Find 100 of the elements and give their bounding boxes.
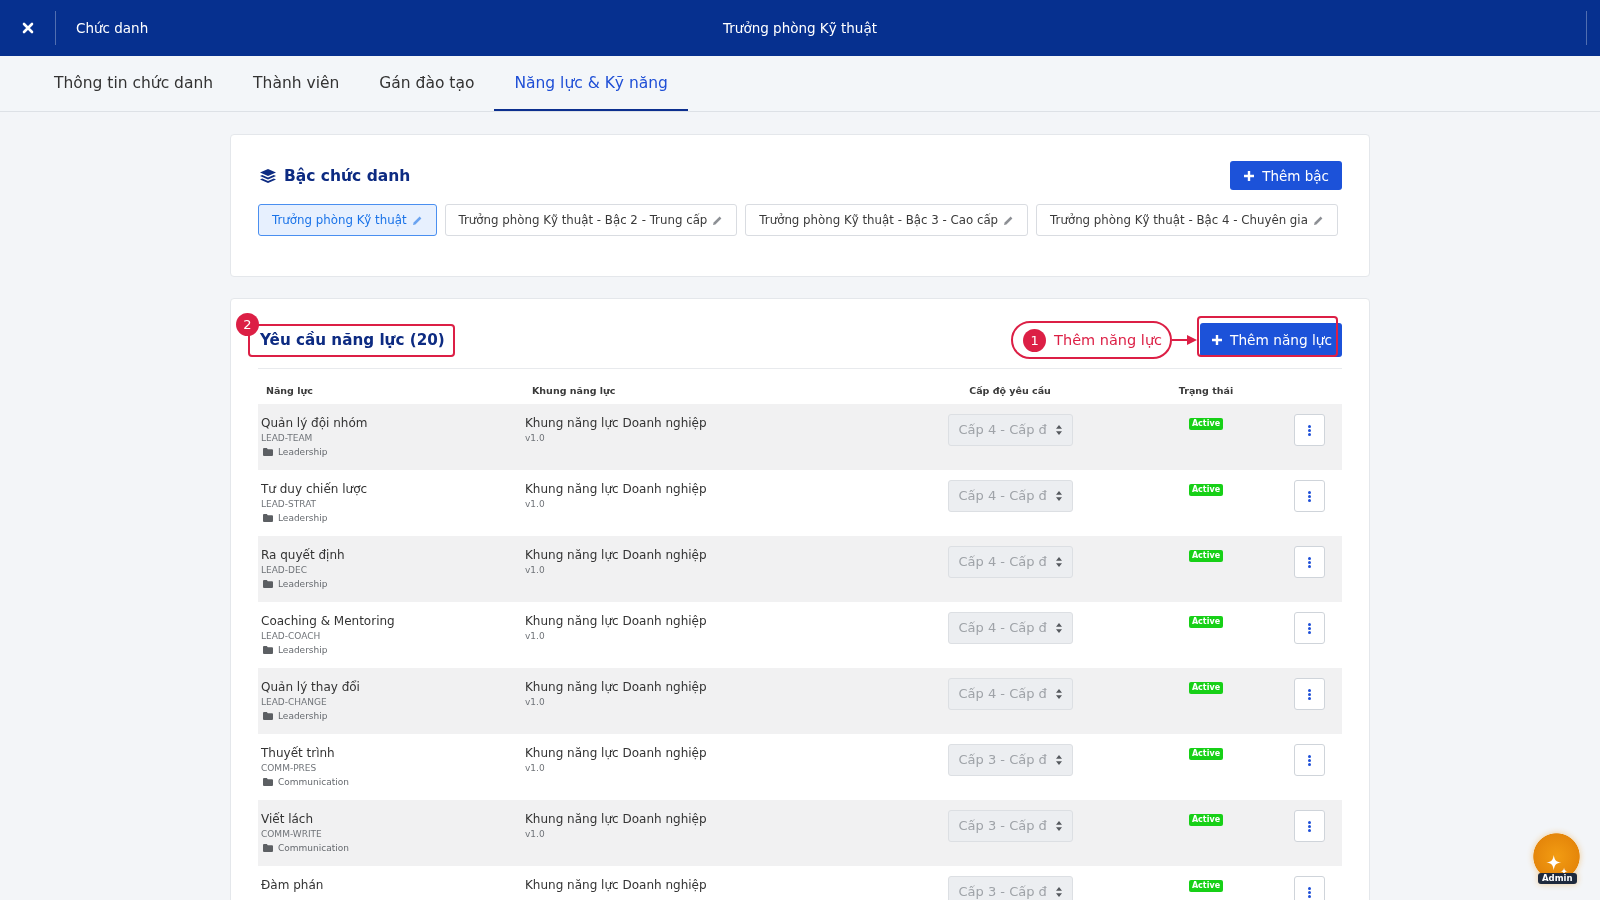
- pencil-icon: [1313, 215, 1323, 225]
- more-icon: [1308, 886, 1311, 898]
- plus-icon: [1244, 170, 1255, 181]
- layers-icon: [260, 168, 276, 183]
- level-chip[interactable]: Trưởng phòng Kỹ thuật - Bậc 4 - Chuyên gia: [1036, 204, 1338, 236]
- framework-version: v1.0: [525, 696, 545, 709]
- framework-name: Khung năng lực Doanh nghiệp: [525, 481, 707, 497]
- more-button[interactable]: [1294, 876, 1325, 900]
- page-title: Trưởng phòng Kỹ thuật: [723, 20, 877, 36]
- more-button[interactable]: [1294, 678, 1325, 710]
- step-number-badge: 2: [236, 312, 259, 336]
- competency-code: COMM-WRITE: [261, 828, 322, 841]
- sparkle-icon: [1545, 855, 1568, 875]
- section-title: Yêu cầu năng lực (20): [260, 331, 445, 349]
- folder-icon: [263, 778, 273, 786]
- competency-code: LEAD-STRAT: [261, 498, 317, 511]
- competency-code: LEAD-TEAM: [261, 432, 313, 445]
- framework-name: Khung năng lực Doanh nghiệp: [525, 745, 707, 761]
- framework-name: Khung năng lực Doanh nghiệp: [525, 613, 707, 629]
- tab[interactable]: Thành viên: [233, 56, 360, 111]
- framework-version: v1.0: [525, 564, 545, 577]
- more-icon: [1308, 688, 1311, 700]
- more-button[interactable]: [1294, 744, 1325, 776]
- more-button[interactable]: [1294, 546, 1325, 578]
- more-icon: [1308, 754, 1311, 766]
- more-button[interactable]: [1294, 414, 1325, 446]
- category-label: Leadership: [278, 579, 328, 589]
- competency-code: LEAD-DEC: [261, 564, 307, 577]
- updown-caret-icon: [1055, 622, 1062, 633]
- status-badge: Active: [1188, 880, 1224, 892]
- column-header: Năng lực: [266, 385, 313, 396]
- framework-name: Khung năng lực Doanh nghiệp: [525, 415, 707, 431]
- framework-version: v1.0: [525, 762, 545, 775]
- more-button[interactable]: [1294, 810, 1325, 842]
- more-icon: [1308, 622, 1311, 634]
- status-badge: Active: [1188, 748, 1224, 760]
- status-badge: Active: [1188, 682, 1224, 694]
- assistant-button[interactable]: Admin: [1533, 833, 1580, 884]
- more-icon: [1308, 424, 1311, 436]
- more-icon: [1308, 820, 1311, 832]
- competency-name: Thuyết trình: [261, 745, 335, 761]
- column-header: Trạng thái: [1178, 385, 1234, 396]
- competency-name: Ra quyết định: [261, 547, 345, 563]
- plus-icon: [1212, 335, 1223, 345]
- status-badge: Active: [1188, 484, 1224, 496]
- category-label: Leadership: [278, 711, 328, 721]
- pencil-icon: [713, 215, 723, 225]
- folder-icon: [263, 448, 273, 456]
- updown-caret-icon: [1055, 490, 1062, 501]
- competency-code: LEAD-CHANGE: [261, 696, 327, 709]
- status-badge: Active: [1188, 616, 1224, 628]
- framework-version: v1.0: [525, 498, 545, 511]
- section-label: Chức danh: [76, 20, 149, 36]
- category-label: Communication: [278, 777, 349, 787]
- competency-code: COMM-PRES: [261, 762, 317, 775]
- framework-version: v1.0: [525, 630, 545, 643]
- competency-name: Quản lý thay đổi: [261, 679, 360, 695]
- framework-version: v1.0: [525, 828, 545, 841]
- folder-icon: [263, 844, 273, 852]
- more-button[interactable]: [1294, 612, 1325, 644]
- competency-name: Viết lách: [261, 811, 314, 827]
- updown-caret-icon: [1055, 754, 1062, 765]
- callout-text: Thêm năng lực: [1054, 332, 1163, 348]
- framework-name: Khung năng lực Doanh nghiệp: [525, 679, 707, 695]
- tab[interactable]: Gán đào tạo: [359, 56, 495, 111]
- competency-name: Tư duy chiến lược: [261, 481, 368, 497]
- folder-icon: [263, 646, 273, 654]
- tab[interactable]: Năng lực & Kỹ năng: [494, 56, 688, 111]
- framework-name: Khung năng lực Doanh nghiệp: [525, 547, 707, 563]
- competency-name: Quản lý đội nhóm: [261, 415, 368, 431]
- pencil-icon: [1004, 215, 1014, 225]
- more-button[interactable]: [1294, 480, 1325, 512]
- add-level-button[interactable]: Thêm bậc: [1230, 161, 1342, 190]
- competency-name: Coaching & Mentoring: [261, 613, 395, 629]
- column-header: Khung năng lực: [532, 385, 616, 396]
- column-header: Cấp độ yêu cầu: [969, 385, 1051, 396]
- more-icon: [1308, 490, 1311, 502]
- folder-icon: [263, 712, 273, 720]
- close-icon: [22, 22, 34, 34]
- level-chip[interactable]: Trưởng phòng Kỹ thuật - Bậc 3 - Cao cấp: [745, 204, 1029, 236]
- folder-icon: [263, 514, 273, 522]
- category-label: Leadership: [278, 447, 328, 457]
- competency-code: LEAD-COACH: [261, 630, 321, 643]
- updown-caret-icon: [1055, 820, 1062, 831]
- updown-caret-icon: [1055, 886, 1062, 897]
- category-label: Communication: [278, 843, 349, 853]
- competency-name: Đàm phán: [261, 877, 324, 893]
- more-icon: [1308, 556, 1311, 568]
- updown-caret-icon: [1055, 556, 1062, 567]
- framework-name: Khung năng lực Doanh nghiệp: [525, 877, 707, 893]
- add-competency-button[interactable]: Thêm năng lực: [1200, 323, 1342, 357]
- level-chip[interactable]: Trưởng phòng Kỹ thuật - Bậc 2 - Trung cấp: [444, 204, 738, 236]
- section-title: Bậc chức danh: [284, 166, 411, 185]
- step-number-badge: 1: [1023, 328, 1047, 352]
- level-chip[interactable]: Trưởng phòng Kỹ thuật: [258, 204, 437, 236]
- tab[interactable]: Thông tin chức danh: [34, 56, 234, 111]
- category-label: Leadership: [278, 645, 328, 655]
- pencil-icon: [412, 215, 422, 225]
- status-badge: Active: [1188, 814, 1224, 826]
- status-badge: Active: [1188, 418, 1224, 430]
